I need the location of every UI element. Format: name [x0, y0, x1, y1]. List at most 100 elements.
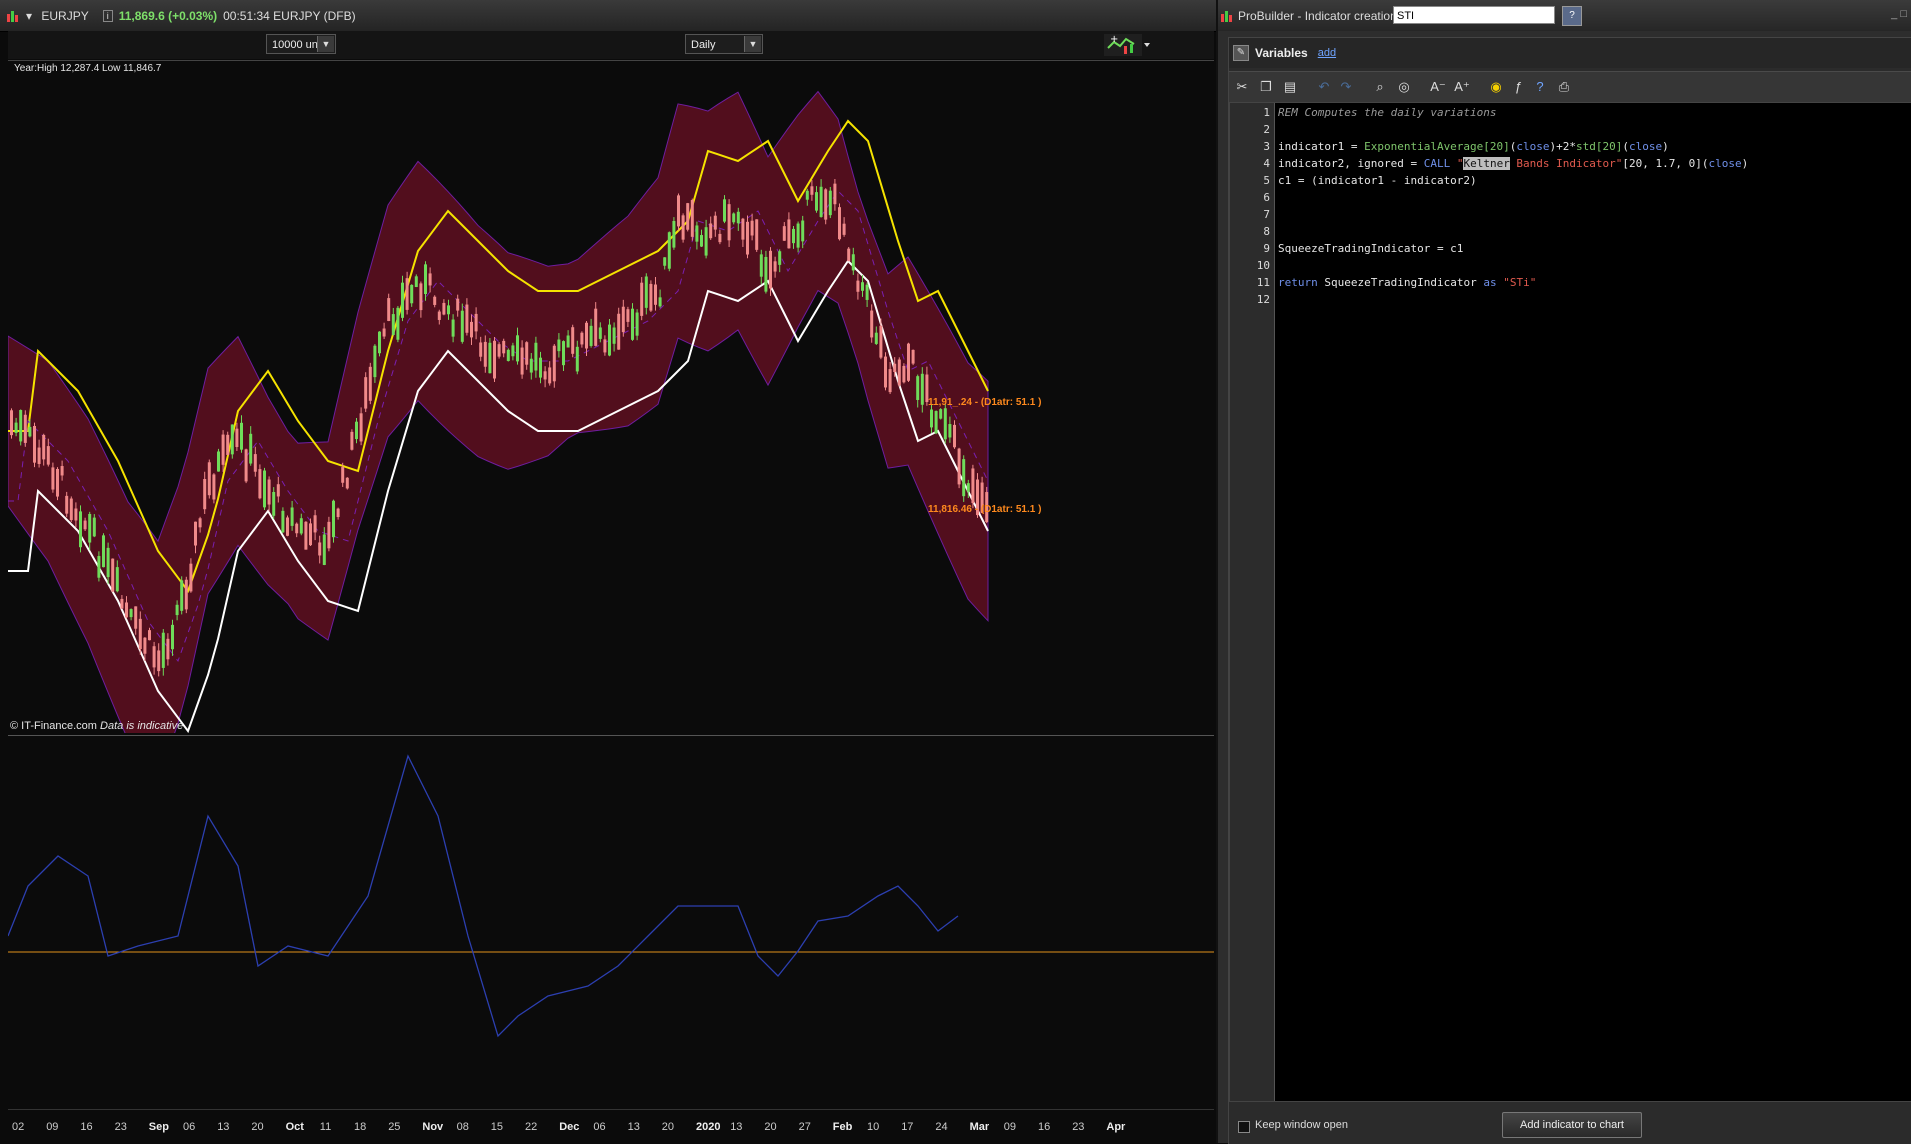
add-variable-link[interactable]: add	[1318, 47, 1336, 59]
candle-body	[203, 479, 207, 510]
candle-body	[92, 517, 96, 537]
candle-body	[447, 305, 450, 315]
candle-body	[28, 426, 32, 437]
candle-body	[580, 332, 584, 345]
candle-body	[401, 282, 404, 318]
code-token: as	[1483, 276, 1497, 289]
paste-icon[interactable]: ▤	[1281, 78, 1299, 96]
minimize-icon[interactable]: _ □	[1891, 8, 1907, 20]
candle-body	[295, 523, 299, 534]
candle-body	[552, 345, 556, 382]
code-token: ExponentialAverage[20]	[1364, 140, 1510, 153]
line-number: 4	[1263, 157, 1270, 170]
candle-body	[253, 454, 257, 472]
info-icon[interactable]: i	[102, 9, 113, 22]
candle-body	[534, 342, 538, 371]
data-note: Data is indicative	[100, 720, 184, 732]
x-axis-label: Dec	[559, 1121, 580, 1133]
x-axis-label: Feb	[832, 1121, 853, 1133]
code-token: Bands Indicator"	[1509, 157, 1623, 170]
candle-body	[690, 200, 694, 237]
candle-body	[33, 425, 36, 463]
candle-body	[939, 409, 943, 419]
period-select[interactable]: Daily ▼	[685, 34, 763, 54]
chart-toolbar: 10000 units ▼ Daily ▼ +	[8, 31, 1214, 59]
font-increase-icon[interactable]: A⁺	[1453, 78, 1471, 96]
candle-body	[948, 424, 952, 438]
candle-body	[171, 624, 174, 650]
candle-body	[410, 284, 414, 304]
candle-body	[792, 228, 795, 244]
candle-body	[700, 235, 703, 247]
candle-body	[194, 521, 197, 546]
candle-body	[336, 508, 340, 518]
line-number: 5	[1263, 174, 1270, 187]
help-circle-icon[interactable]: ?	[1531, 78, 1549, 96]
candle-body	[741, 218, 745, 240]
indicator-panel[interactable]	[8, 735, 1214, 1110]
candle-body	[667, 232, 671, 269]
candle-body	[276, 484, 280, 497]
code-token: indicator1 =	[1278, 140, 1365, 153]
candle-body	[198, 518, 202, 528]
x-axis-label: 23	[114, 1121, 127, 1133]
candle-body	[773, 261, 777, 272]
code-token: return	[1278, 276, 1318, 289]
candle-body	[525, 342, 529, 365]
redo-icon[interactable]: ↷	[1337, 78, 1355, 96]
code-editor[interactable]: 1 2 3 4 5 6 7 8 9 10 11 12 REM Computes the daily v…	[1229, 102, 1911, 1102]
code-token: )	[1662, 140, 1669, 153]
price-chart-panel[interactable]: Year:High 12,287.4 Low 11,846.7 11,91_.2…	[8, 60, 1214, 733]
candle-body	[543, 371, 547, 380]
code-line: indicator2, ignored = CALL "Keltner Band…	[1278, 157, 1748, 170]
candle-body	[405, 278, 409, 310]
candle-body	[97, 556, 101, 578]
candle-body	[732, 213, 736, 223]
code-token: c1 = (indicator1 - indicator2)	[1278, 174, 1477, 187]
indicator-name-input[interactable]: STI	[1393, 6, 1555, 24]
candle-body	[516, 335, 519, 362]
function-icon[interactable]: ƒ	[1509, 78, 1527, 96]
units-select[interactable]: 10000 units ▼	[266, 34, 336, 54]
candle-body	[750, 220, 754, 236]
wrench-icon[interactable]: ✎	[1233, 45, 1249, 61]
x-axis-label: 16	[1038, 1121, 1051, 1133]
candle-body	[603, 339, 607, 353]
cut-icon[interactable]: ✂	[1233, 78, 1251, 96]
x-axis-label: 13	[627, 1121, 640, 1133]
print-icon[interactable]: ⎙	[1555, 78, 1573, 96]
line-number: 12	[1256, 293, 1270, 306]
candle-body	[953, 424, 956, 448]
undo-icon[interactable]: ↶	[1315, 78, 1333, 96]
symbol-dropdown[interactable]: ▾ EURJPY	[26, 9, 89, 23]
candle-body	[51, 467, 55, 490]
candle-body	[433, 296, 437, 305]
x-axis-label: 11	[319, 1121, 332, 1133]
code-line: return SqueezeTradingIndicator as "STi"	[1278, 276, 1536, 289]
copy-icon[interactable]: ❐	[1257, 78, 1275, 96]
code-token: CALL	[1423, 157, 1451, 170]
candle-body	[640, 282, 644, 316]
candle-body	[874, 332, 878, 344]
candle-body	[764, 256, 768, 292]
keep-window-open-checkbox[interactable]	[1238, 1121, 1250, 1133]
candle-body	[529, 358, 533, 373]
candle-body	[971, 468, 975, 504]
comment-icon[interactable]: ◎	[1395, 78, 1413, 96]
search-icon[interactable]: ⌕	[1371, 78, 1389, 96]
candle-body	[212, 474, 216, 500]
lower-level-label: 11,816.46 - (D1atr: 51.1 )	[928, 504, 1042, 515]
candle-body	[746, 221, 749, 255]
candle-body	[626, 309, 630, 322]
candle-body	[437, 311, 441, 320]
candle-body	[902, 365, 906, 383]
font-decrease-icon[interactable]: A⁻	[1429, 78, 1447, 96]
chart-icon[interactable]	[6, 9, 20, 23]
line-number: 11	[1256, 276, 1270, 289]
candle-body	[782, 226, 786, 241]
candle-body	[658, 297, 662, 307]
help-icon[interactable]: ?	[1562, 6, 1582, 26]
add-indicator-icon[interactable]: +	[1104, 34, 1150, 56]
lightbulb-icon[interactable]: ◉	[1487, 78, 1505, 96]
add-indicator-button[interactable]: Add indicator to chart	[1502, 1112, 1642, 1138]
